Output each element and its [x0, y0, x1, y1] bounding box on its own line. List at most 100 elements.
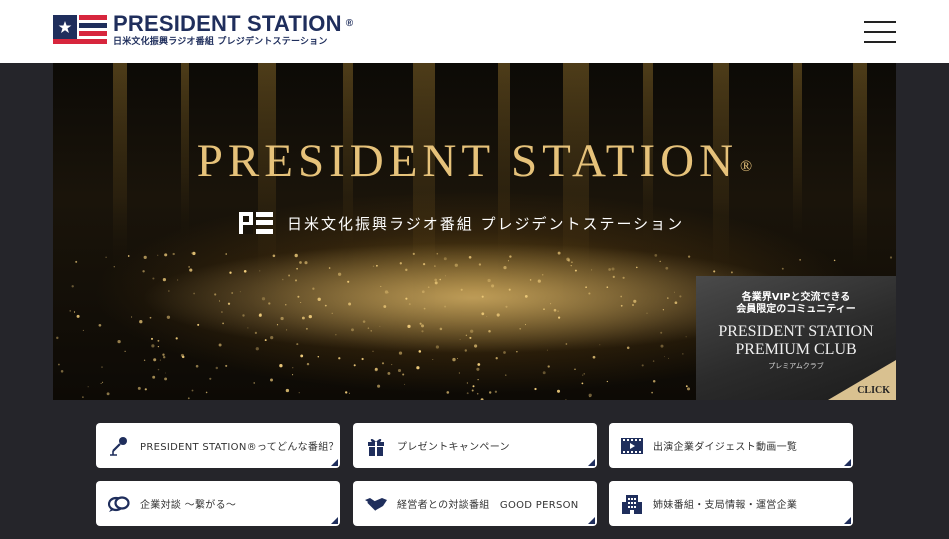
sparkle	[272, 254, 276, 258]
sparkle	[529, 279, 532, 281]
sparkle	[889, 256, 893, 259]
nav-button-corporate-talk[interactable]: 企業対談 ～繋がる～	[96, 481, 340, 526]
sparkle	[82, 396, 84, 398]
sparkle	[317, 356, 320, 358]
sparkle	[660, 344, 664, 348]
sparkle	[124, 350, 126, 352]
corner-arrow-icon	[844, 459, 851, 466]
sparkle	[152, 277, 155, 280]
sparkle	[588, 393, 592, 397]
sparkle	[495, 357, 498, 360]
nav-button-good-person[interactable]: 経営者との対談番組 GOOD PERSON	[353, 481, 597, 526]
sparkle	[452, 357, 456, 362]
sparkle	[419, 322, 422, 325]
sparkle	[404, 383, 406, 385]
sparkle	[570, 265, 572, 267]
logo-registered-mark: ®	[345, 18, 354, 29]
sparkle	[372, 265, 375, 268]
sparkle	[534, 387, 537, 391]
sparkle	[270, 336, 274, 340]
sparkle	[247, 327, 249, 329]
nav-button-sister-programs[interactable]: 姉妹番組・支局情報・運営企業	[609, 481, 853, 526]
sparkle	[443, 257, 447, 261]
sparkle	[165, 372, 166, 374]
sparkle	[460, 288, 463, 291]
sparkle	[542, 371, 546, 375]
sparkle	[620, 304, 623, 307]
sparkle	[659, 260, 661, 263]
sparkle	[296, 343, 299, 346]
sparkle	[101, 366, 103, 368]
sparkle	[159, 359, 161, 361]
nav-button-about[interactable]: PRESIDENT STATION®ってどんな番組？	[96, 423, 340, 468]
sparkle	[654, 254, 658, 257]
sparkle	[422, 262, 426, 266]
sparkle	[264, 339, 267, 342]
sparkle	[434, 265, 436, 267]
sparkle	[215, 366, 219, 370]
sparkle	[679, 295, 682, 298]
nav-button-label: 出演企業ダイジェスト動画一覧	[653, 442, 798, 453]
sparkle	[143, 359, 146, 361]
sparkle	[225, 364, 228, 367]
sparkle	[476, 367, 480, 371]
sparkle	[488, 391, 492, 394]
sparkle	[636, 266, 638, 269]
sparkle	[626, 346, 630, 350]
sparkle	[388, 292, 389, 294]
building-icon	[621, 493, 643, 515]
sparkle	[380, 285, 382, 287]
gift-icon	[365, 435, 387, 457]
premium-club-title2: PREMIUM CLUB	[735, 341, 857, 358]
sparkle	[383, 305, 387, 308]
sparkle	[168, 290, 170, 292]
nav-button-digest-videos[interactable]: 出演企業ダイジェスト動画一覧	[609, 423, 853, 468]
sparkle	[465, 334, 468, 337]
sparkle	[582, 374, 584, 376]
sparkle	[294, 253, 298, 258]
sparkle	[622, 276, 625, 279]
sparkle	[571, 261, 573, 264]
sparkle	[243, 269, 247, 273]
sparkle	[300, 302, 302, 303]
click-label[interactable]: CLICK	[857, 385, 890, 396]
hamburger-menu-icon[interactable]	[864, 20, 896, 44]
logo-subtitle: 日米文化振興ラジオ番組 プレジデントステーション	[113, 37, 328, 47]
sparkle	[660, 331, 663, 334]
sparkle	[491, 284, 495, 288]
sparkle	[98, 323, 102, 327]
nav-button-present-campaign[interactable]: プレゼントキャンペーン	[353, 423, 597, 468]
sparkle	[421, 330, 424, 333]
site-logo[interactable]: PRESIDENT STATION ® 日米文化振興ラジオ番組 プレジデントステー…	[53, 12, 353, 48]
sparkle	[239, 291, 241, 293]
sparkle	[423, 307, 426, 310]
sparkle	[399, 262, 402, 265]
sparkle	[668, 357, 670, 359]
sparkle	[308, 314, 312, 319]
sparkle	[254, 331, 258, 335]
sparkle	[282, 278, 284, 281]
sparkle	[180, 353, 184, 357]
sparkle	[362, 320, 366, 323]
sparkle	[255, 347, 259, 351]
premium-club-banner[interactable]: 各業界VIPと交流できる 会員限定のコミュニティー PRESIDENT STAT…	[696, 276, 896, 400]
sparkle	[143, 255, 147, 259]
sparkle	[152, 375, 156, 379]
sparkle	[379, 325, 381, 327]
sparkle	[503, 266, 507, 270]
sparkle	[444, 275, 446, 277]
sparkle	[227, 302, 231, 305]
sparkle	[157, 345, 160, 348]
sparkle	[558, 316, 561, 319]
nav-button-label: PRESIDENT STATION®ってどんな番組？	[140, 442, 339, 453]
sparkle	[279, 364, 283, 368]
sparkle	[516, 351, 518, 353]
sparkle	[376, 264, 378, 267]
sparkle	[620, 295, 623, 298]
sparkle	[75, 260, 78, 263]
corner-arrow-icon	[331, 517, 338, 524]
sparkle	[312, 287, 315, 290]
sparkle	[162, 353, 165, 356]
sparkle	[276, 324, 279, 326]
sparkle	[177, 279, 179, 281]
